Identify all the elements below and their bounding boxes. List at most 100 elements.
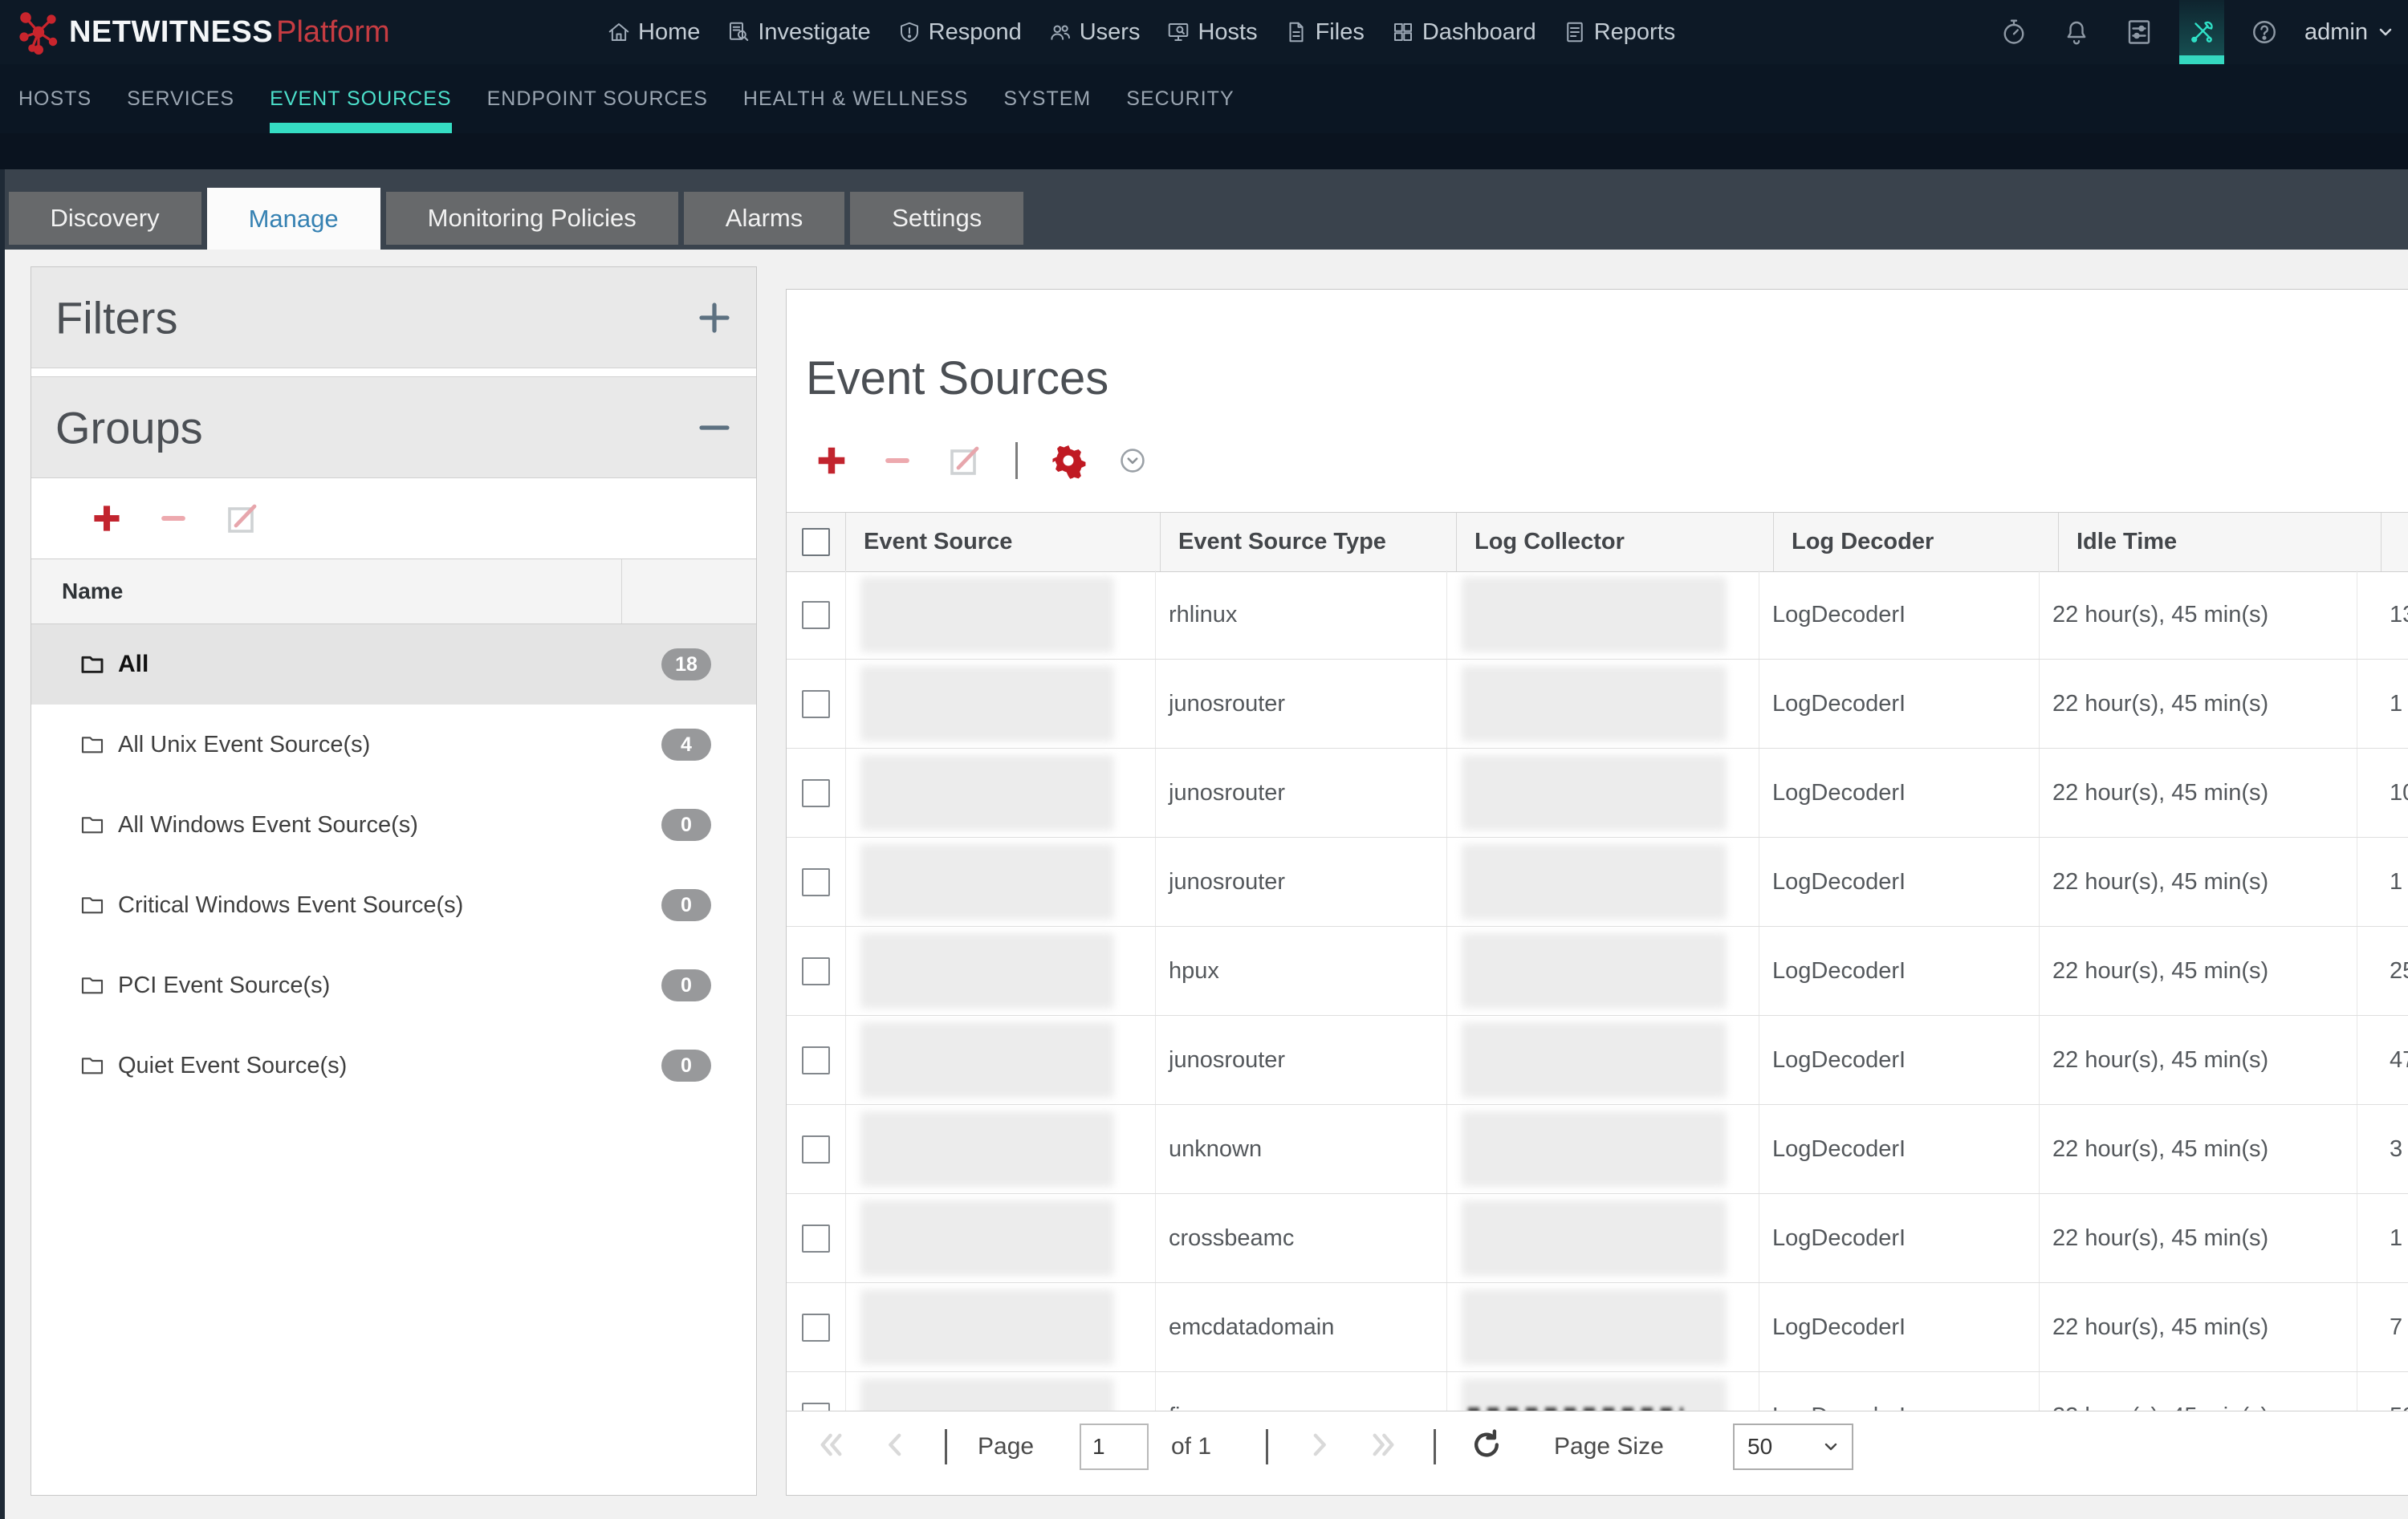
next-page-button[interactable]	[1303, 1429, 1335, 1465]
subnav-security[interactable]: SECURITY	[1126, 64, 1234, 133]
tab-alarms[interactable]: Alarms	[684, 192, 844, 245]
settings-dropdown-button[interactable]	[1119, 447, 1146, 474]
plus-icon	[813, 442, 850, 479]
files-icon	[1284, 20, 1308, 44]
page-input[interactable]	[1080, 1424, 1149, 1470]
topnav-home[interactable]: Home	[607, 19, 700, 46]
row-checkbox[interactable]	[802, 1314, 830, 1342]
help-button[interactable]	[2242, 0, 2287, 64]
row-checkbox[interactable]	[802, 1135, 830, 1164]
topnav-respond[interactable]: Respond	[897, 19, 1022, 46]
username: admin	[2304, 19, 2368, 46]
row-checkbox[interactable]	[802, 779, 830, 807]
topnav-users[interactable]: Users	[1048, 19, 1141, 46]
subnav-system[interactable]: SYSTEM	[1003, 64, 1091, 133]
total-count: 47	[2357, 1016, 2408, 1104]
tab-settings[interactable]: Settings	[850, 192, 1023, 245]
column-header-event-source-type[interactable]: Event Source Type	[1161, 513, 1457, 571]
table-row[interactable]: crossbeamc LogDecoderI 22 hour(s), 45 mi…	[787, 1194, 2408, 1283]
group-row-all[interactable]: All 18	[31, 624, 756, 705]
preferences-button[interactable]	[2117, 0, 2162, 64]
topnav-files[interactable]: Files	[1284, 19, 1365, 46]
add-event-source-button[interactable]	[813, 442, 850, 479]
plus-icon	[695, 299, 734, 337]
double-chevron-right-icon	[1365, 1429, 1397, 1461]
column-header-log-collector[interactable]: Log Collector	[1457, 513, 1774, 571]
total-count: 3	[2357, 1105, 2408, 1193]
last-page-button[interactable]	[1365, 1429, 1397, 1465]
subnav-health-wellness[interactable]: HEALTH & WELLNESS	[743, 64, 969, 133]
log-decoder: LogDecoderI	[1759, 1283, 2040, 1371]
expand-filters-button[interactable]	[695, 299, 734, 337]
jobs-button[interactable]	[1991, 0, 2036, 64]
redacted-event-source	[860, 1200, 1114, 1276]
row-checkbox[interactable]	[802, 868, 830, 896]
topnav-label: Home	[638, 19, 700, 46]
group-row-critical-windows[interactable]: Critical Windows Event Source(s) 0	[31, 865, 756, 945]
group-row-pci[interactable]: PCI Event Source(s) 0	[31, 945, 756, 1026]
group-row-quiet[interactable]: Quiet Event Source(s) 0	[31, 1026, 756, 1106]
admin-subnav: HOSTS SERVICES EVENT SOURCES ENDPOINT SO…	[0, 64, 2408, 133]
notifications-button[interactable]	[2054, 0, 2099, 64]
redacted-log-collector	[1462, 1111, 1727, 1187]
event-source-type: crossbeamc	[1156, 1194, 1447, 1282]
topnav-dashboard[interactable]: Dashboard	[1391, 19, 1536, 46]
chevron-down-icon	[2376, 22, 2395, 42]
table-row[interactable]: junosrouter LogDecoderI 22 hour(s), 45 m…	[787, 749, 2408, 838]
table-row[interactable]: junosrouter LogDecoderI 22 hour(s), 45 m…	[787, 660, 2408, 749]
remove-group-button[interactable]	[158, 503, 189, 534]
add-group-button[interactable]	[89, 501, 124, 536]
first-page-button[interactable]	[817, 1429, 849, 1465]
groups-name-header[interactable]: Name	[31, 558, 756, 624]
row-checkbox[interactable]	[802, 1046, 830, 1074]
edit-group-button[interactable]	[222, 499, 261, 538]
row-checkbox[interactable]	[802, 690, 830, 718]
primary-nav: Home Investigate Respond Users Hosts Fil…	[607, 0, 1675, 64]
folder-icon	[78, 652, 107, 677]
collapse-groups-button[interactable]	[695, 408, 734, 447]
previous-page-button[interactable]	[880, 1429, 912, 1465]
table-row[interactable]: emcdatadomain LogDecoderI 22 hour(s), 45…	[787, 1283, 2408, 1372]
group-row-unix[interactable]: All Unix Event Source(s) 4	[31, 705, 756, 785]
tab-discovery[interactable]: Discovery	[9, 192, 201, 245]
tab-monitoring-policies[interactable]: Monitoring Policies	[386, 192, 678, 245]
subnav-endpoint-sources[interactable]: ENDPOINT SOURCES	[487, 64, 708, 133]
page-size-select[interactable]: 50	[1733, 1424, 1853, 1470]
table-row[interactable]: hpux LogDecoderI 22 hour(s), 45 min(s) 2…	[787, 927, 2408, 1016]
column-header-event-source[interactable]: Event Source	[846, 513, 1161, 571]
table-row[interactable]: junosrouter LogDecoderI 22 hour(s), 45 m…	[787, 838, 2408, 927]
column-header-log-decoder[interactable]: Log Decoder	[1774, 513, 2059, 571]
table-row[interactable]: unknown LogDecoderI 22 hour(s), 45 min(s…	[787, 1105, 2408, 1194]
table-row[interactable]: firepass LogDecoderI 22 hour(s), 45 min(…	[787, 1372, 2408, 1411]
row-checkbox[interactable]	[802, 957, 830, 985]
refresh-button[interactable]	[1469, 1428, 1504, 1467]
user-menu[interactable]: admin	[2304, 19, 2395, 46]
subnav-event-sources[interactable]: EVENT SOURCES	[270, 64, 451, 133]
table-row[interactable]: rhlinux LogDecoderI 22 hour(s), 45 min(s…	[787, 571, 2408, 660]
page-title: Event Sources	[806, 351, 1108, 405]
topnav-investigate[interactable]: Investigate	[726, 19, 870, 46]
topnav-reports[interactable]: Reports	[1563, 19, 1676, 46]
remove-event-source-button[interactable]	[882, 445, 913, 476]
idle-time: 22 hour(s), 45 min(s)	[2040, 838, 2357, 926]
subnav-hosts[interactable]: HOSTS	[18, 64, 92, 133]
column-header-idle-time[interactable]: Idle Time	[2059, 513, 2382, 571]
idle-time: 22 hour(s), 45 min(s)	[2040, 927, 2357, 1015]
settings-gear-button[interactable]	[1050, 442, 1087, 479]
group-row-windows[interactable]: All Windows Event Source(s) 0	[31, 785, 756, 865]
topnav-hosts[interactable]: Hosts	[1166, 19, 1257, 46]
row-checkbox[interactable]	[802, 1403, 830, 1411]
users-icon	[1048, 20, 1072, 44]
netwitness-app: NETWITNESS Platform Home Investigate Res…	[0, 0, 2408, 1519]
select-all-checkbox[interactable]	[802, 528, 830, 556]
admin-tools-button[interactable]	[2179, 0, 2224, 64]
tab-manage[interactable]: Manage	[207, 188, 380, 250]
table-row[interactable]: junosrouter LogDecoderI 22 hour(s), 45 m…	[787, 1016, 2408, 1105]
row-checkbox[interactable]	[802, 1225, 830, 1253]
group-name: All Unix Event Source(s)	[118, 732, 370, 758]
edit-event-source-button[interactable]	[945, 441, 983, 480]
column-header-total-count[interactable]: Total Count	[2382, 513, 2408, 571]
total-count: 100	[2357, 749, 2408, 837]
subnav-services[interactable]: SERVICES	[127, 64, 234, 133]
row-checkbox[interactable]	[802, 601, 830, 629]
